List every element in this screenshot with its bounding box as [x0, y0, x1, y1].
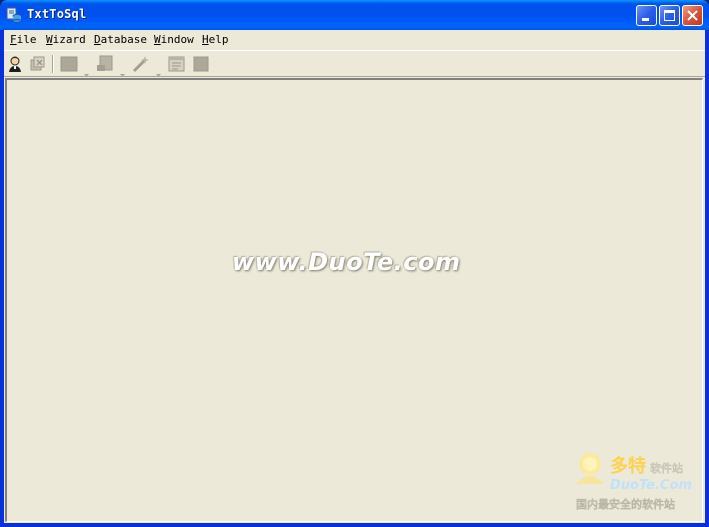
menu-database[interactable]: Database — [94, 33, 147, 46]
menu-window[interactable]: Window — [154, 33, 194, 46]
watermark-text: www.DuoTe.com — [232, 248, 461, 276]
menu-wizard[interactable]: Wizard — [46, 33, 86, 46]
brand-slogan: 国内最安全的软件站 — [576, 497, 675, 511]
user-connect-icon[interactable] — [6, 55, 24, 73]
menu-help[interactable]: Help — [202, 33, 229, 46]
brand-en: DuoTe.Com — [610, 478, 692, 493]
brand-tag: 软件站 — [650, 461, 683, 475]
menu-bar: File Wizard Database Window Help — [4, 30, 705, 50]
close-icon — [687, 10, 698, 21]
maximize-button[interactable] — [659, 5, 680, 26]
title-bar[interactable]: TxtToSql — [0, 0, 709, 30]
app-icon[interactable] — [6, 7, 22, 24]
chevron-down-icon[interactable] — [120, 62, 125, 77]
corner-logo: 多特 软件站 DuoTe.Com 国内最安全的软件站 — [572, 450, 706, 514]
table-icon[interactable] — [60, 55, 78, 73]
stop-icon[interactable] — [192, 55, 210, 73]
brand-cn: 多特 — [610, 455, 646, 477]
disconnect-icon[interactable] — [28, 55, 46, 73]
window-icon[interactable] — [168, 55, 186, 73]
maximize-icon — [664, 10, 675, 21]
close-button[interactable] — [682, 5, 703, 26]
app-window: TxtToSql File Wizard Database Window Hel… — [0, 0, 709, 527]
menu-file[interactable]: File — [10, 33, 37, 46]
toolbar — [4, 50, 705, 77]
minimize-icon — [642, 18, 649, 21]
toolbar-separator — [52, 55, 54, 73]
import-icon[interactable] — [96, 55, 114, 73]
chevron-down-icon[interactable] — [156, 62, 161, 77]
wand-icon[interactable] — [132, 55, 150, 73]
window-title: TxtToSql — [27, 7, 87, 21]
minimize-button[interactable] — [636, 5, 657, 26]
chevron-down-icon[interactable] — [84, 62, 89, 77]
